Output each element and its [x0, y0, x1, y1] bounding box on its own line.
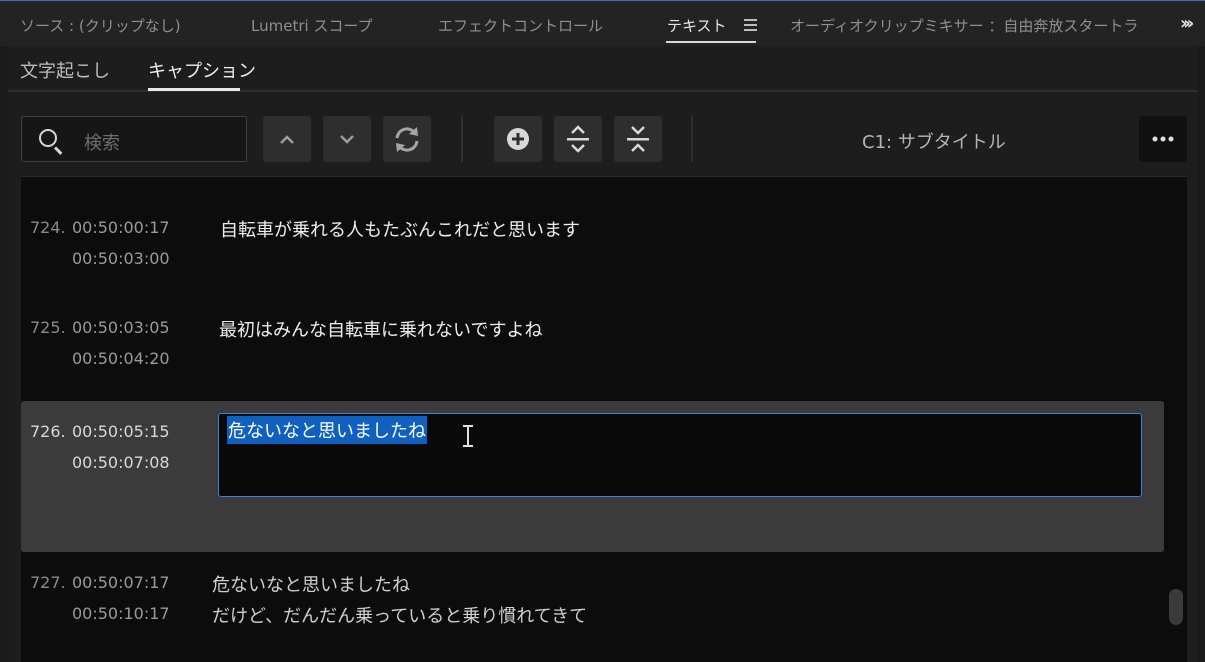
chevron-down-icon: [340, 135, 354, 144]
tab-captions[interactable]: キャプション: [148, 57, 256, 83]
caption-list[interactable]: 724. 00:50:00:17 00:50:03:00 自転車が乗れる人もたぶ…: [21, 176, 1187, 662]
split-icon: [567, 125, 589, 153]
tab-transcript[interactable]: 文字起こし: [20, 57, 110, 83]
previous-match-button[interactable]: [263, 116, 311, 162]
overflow-chevron-icon[interactable]: ›››: [1180, 13, 1194, 34]
caption-in-time[interactable]: 00:50:00:17: [72, 218, 170, 237]
tab-audio-clip-mixer[interactable]: オーディオクリップミキサー ：自由奔放スタートラ: [790, 15, 1146, 36]
tab-text[interactable]: テキスト: [667, 15, 727, 36]
caption-out-time[interactable]: 00:50:04:20: [72, 349, 170, 368]
caption-out-time[interactable]: 00:50:10:17: [72, 604, 170, 623]
caption-row[interactable]: 724. 00:50:00:17 00:50:03:00 自転車が乗れる人もたぶ…: [21, 197, 1164, 287]
active-tab-indicator: [666, 41, 756, 43]
caption-text[interactable]: 最初はみんな自転車に乗れないですよね: [219, 316, 542, 342]
search-placeholder: 検索: [84, 133, 120, 154]
caption-track-label[interactable]: C1: サブタイトル: [862, 128, 1006, 154]
text-cursor-icon: [463, 424, 473, 448]
tab-lumetri-scopes[interactable]: Lumetri スコープ: [251, 15, 373, 36]
caption-in-time[interactable]: 00:50:05:15: [72, 422, 170, 441]
text-panel: 文字起こし キャプション 検索 C1: サブタイトル 724. 00:50:00…: [8, 46, 1198, 662]
search-input[interactable]: 検索: [21, 116, 247, 162]
scrollbar-thumb[interactable]: [1169, 589, 1183, 625]
caption-row[interactable]: 725. 00:50:03:05 00:50:04:20 最初はみんな自転車に乗…: [21, 297, 1164, 387]
caption-text-line-2[interactable]: だけど、だんだん乗っていると乗り慣れてきて: [212, 602, 587, 628]
tab-source[interactable]: ソース : (クリップなし): [20, 15, 181, 36]
panel-tab-bar: ソース : (クリップなし) Lumetri スコープ エフェクトコントロール …: [0, 0, 1205, 46]
caption-in-time[interactable]: 00:50:03:05: [72, 318, 170, 337]
sub-tab-bar: 文字起こし キャプション: [8, 46, 1198, 92]
toolbar-divider: [691, 116, 693, 162]
toolbar-divider: [461, 116, 463, 162]
search-icon: [39, 129, 57, 147]
caption-number: 726.: [30, 422, 66, 441]
caption-row-selected[interactable]: 726. 00:50:05:15 00:50:07:08 危ないなと思いましたね: [21, 401, 1164, 552]
selected-caption-text[interactable]: 危ないなと思いましたね: [227, 416, 427, 444]
caption-text[interactable]: 自転車が乗れる人もたぶんこれだと思います: [220, 216, 580, 242]
caption-text-editor[interactable]: 危ないなと思いましたね: [218, 413, 1142, 497]
merge-caption-button[interactable]: [614, 116, 662, 162]
caption-in-time[interactable]: 00:50:07:17: [72, 573, 170, 592]
more-options-button[interactable]: [1139, 116, 1187, 162]
chevron-up-icon: [280, 135, 294, 144]
caption-text[interactable]: 危ないなと思いましたね: [212, 571, 410, 597]
refresh-icon: [395, 127, 419, 152]
caption-number: 727.: [30, 573, 66, 592]
split-caption-button[interactable]: [554, 116, 602, 162]
next-match-button[interactable]: [323, 116, 371, 162]
caption-out-time[interactable]: 00:50:03:00: [72, 249, 170, 268]
scrollbar-track[interactable]: [1181, 177, 1187, 662]
replace-button[interactable]: [383, 116, 431, 162]
more-icon: [1152, 136, 1174, 142]
active-sub-tab-indicator: [148, 88, 240, 91]
caption-number: 724.: [30, 218, 66, 237]
caption-out-time[interactable]: 00:50:07:08: [72, 453, 170, 472]
plus-circle-icon: [507, 128, 529, 150]
add-caption-button[interactable]: [494, 116, 542, 162]
tab-effect-controls[interactable]: エフェクトコントロール: [438, 15, 603, 36]
caption-number: 725.: [30, 318, 66, 337]
merge-icon: [627, 126, 649, 152]
caption-row[interactable]: 727. 00:50:07:17 00:50:10:17 危ないなと思いましたね…: [21, 559, 1164, 649]
panel-menu-icon[interactable]: [744, 19, 757, 31]
